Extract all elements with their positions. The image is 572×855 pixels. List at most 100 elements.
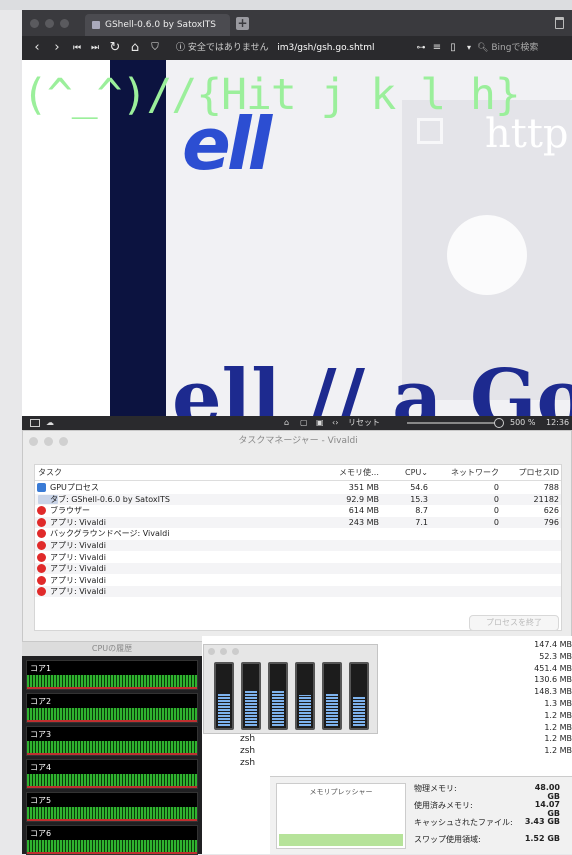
core-graph: コア3 <box>26 726 198 756</box>
pid-value: 788 <box>543 483 559 492</box>
reload-icon[interactable]: ↻ <box>106 36 124 60</box>
new-tab-button[interactable]: + <box>236 17 249 30</box>
table-row[interactable]: GPUプロセス 351 MB 54.6 0 788 <box>35 482 561 493</box>
core-system-line <box>27 819 197 821</box>
forward-icon[interactable]: › <box>48 36 66 60</box>
minimize-window-button[interactable] <box>45 19 54 28</box>
overlay-hint-text: (^_^)//{Hit j k l h} <box>22 70 521 120</box>
search-field[interactable]: 🔍︎ Bingで検索 <box>477 40 572 56</box>
window-icon[interactable]: ▢ <box>300 416 308 430</box>
cpu-value: 7.1 <box>415 517 428 527</box>
table-header: タスク メモリ使… CPU⌄ ネットワーク プロセスID <box>35 465 561 481</box>
memory-value: 614 MB <box>348 506 379 516</box>
close-window-button[interactable] <box>208 648 215 655</box>
memory-stat-label: 物理メモリ: <box>414 784 457 793</box>
core-system-line <box>27 687 197 689</box>
url-text: im3/gsh/gsh.go.shtml <box>277 43 375 53</box>
memory-value: 1.2 MB <box>544 746 572 756</box>
cpu-value: 8.7 <box>415 506 428 516</box>
image-icon[interactable]: ▣ <box>316 416 324 430</box>
page-content[interactable]: http ell ell // a Go (^_^)//{Hit j k l h… <box>22 60 572 416</box>
task-name: アプリ: Vivaldi <box>50 575 106 585</box>
cpu-meter-fill <box>299 695 311 726</box>
cpu-meter-fill <box>353 696 365 726</box>
panel-toggle-icon[interactable] <box>30 419 40 427</box>
network-value: 0 <box>493 506 499 516</box>
core-graph: コア2 <box>26 693 198 723</box>
table-row[interactable]: アプリ: Vivaldi <box>35 540 561 551</box>
home-icon[interactable]: ⌂ <box>126 36 144 60</box>
network-value: 0 <box>493 494 499 504</box>
task-name: アプリ: Vivaldi <box>50 564 106 574</box>
process-table: タスク メモリ使… CPU⌄ ネットワーク プロセスID GPUプロセス 351 … <box>34 464 562 631</box>
vivaldi-icon <box>37 506 46 516</box>
minimize-window-button[interactable] <box>220 648 227 655</box>
address-bar[interactable]: ⓘ 安全ではありません im3/gsh/gsh.go.shtml <box>172 40 402 56</box>
memory-stat-label: スワップ使用領域: <box>414 835 481 844</box>
column-pid[interactable]: プロセスID <box>501 465 559 481</box>
zoom-window-button[interactable] <box>60 19 69 28</box>
trash-icon[interactable] <box>555 17 564 29</box>
memory-value: 1.3 MB <box>544 699 572 708</box>
memory-stat-label: 使用済みメモリ: <box>414 801 473 810</box>
memory-value: 243 MB <box>348 517 379 527</box>
column-memory[interactable]: メモリ使… <box>313 465 379 481</box>
memory-value: 1.2 MB <box>544 734 572 744</box>
reset-zoom-button[interactable]: リセット <box>348 416 380 430</box>
memory-value: 451.4 MB <box>534 663 572 673</box>
chevron-down-icon[interactable]: ▾ <box>460 36 478 60</box>
memory-value: 1.2 MB <box>544 722 572 732</box>
table-row[interactable]: アプリ: Vivaldi 243 MB 7.1 0 796 <box>35 516 561 528</box>
cpu-value: 15.3 <box>410 494 428 504</box>
home-status-icon[interactable]: ⌂ <box>284 416 289 430</box>
cpu-meter-fill <box>218 693 230 726</box>
clock: 12:36 <box>546 418 570 427</box>
vivaldi-icon <box>37 587 46 597</box>
memory-pressure-label: メモリプレッシャー <box>309 788 373 796</box>
zoom-window-button[interactable] <box>232 648 239 655</box>
column-network[interactable]: ネットワーク <box>431 465 499 481</box>
task-name: バックグラウンドページ: Vivaldi <box>50 529 170 539</box>
cpu-meter <box>349 662 369 730</box>
table-row[interactable]: バックグラウンドページ: Vivaldi <box>35 528 561 539</box>
task-name: アプリ: Vivaldi <box>50 552 106 562</box>
core-system-line <box>27 720 197 722</box>
zoom-slider[interactable] <box>407 422 502 424</box>
table-row[interactable]: アプリ: Vivaldi <box>35 552 561 563</box>
cpu-usage-widget <box>203 644 378 734</box>
core-label: コア6 <box>30 829 52 838</box>
cpu-meter <box>214 662 234 730</box>
memory-value: 92.9 MB <box>346 494 379 504</box>
table-row[interactable]: アプリ: Vivaldi <box>35 575 561 586</box>
cpu-history-window: CPUの履歴 コア1 コア2 コア3 コア4 コア5 コア6 <box>22 642 202 855</box>
shield-icon[interactable]: ⛉ <box>146 36 164 60</box>
back-icon[interactable]: ‹ <box>28 36 46 60</box>
process-name: zsh <box>240 746 256 756</box>
table-row[interactable]: アプリ: Vivaldi <box>35 563 561 575</box>
table-row[interactable]: ブラウザー 614 MB 8.7 0 626 <box>35 505 561 516</box>
code-icon[interactable]: ‹› <box>332 416 338 430</box>
table-row[interactable]: アプリ: Vivaldi <box>35 586 561 598</box>
column-task[interactable]: タスク <box>38 465 62 481</box>
table-row[interactable]: タブ: GShell-0.6.0 by SatoxITS 92.9 MB 15.3 0… <box>35 493 561 505</box>
network-value: 0 <box>493 517 499 527</box>
desktop-background <box>0 0 572 10</box>
memory-pressure-graph: メモリプレッシャー <box>276 783 406 849</box>
task-name: ブラウザー <box>50 506 90 516</box>
cloud-icon[interactable]: ☁ <box>46 416 54 430</box>
process-name: zsh <box>240 734 256 744</box>
memory-value: 1.2 MB <box>544 710 572 720</box>
close-window-button[interactable] <box>30 19 39 28</box>
core-label: コア5 <box>30 796 52 805</box>
memory-value: 147.4 MB <box>534 640 572 649</box>
tab-gshell[interactable]: GShell-0.6.0 by SatoxITS <box>85 14 230 36</box>
fast-forward-icon[interactable]: ⏭ <box>86 36 104 60</box>
column-cpu[interactable]: CPU⌄ <box>380 465 428 481</box>
address-toolbar: ‹ › ⏮ ⏭ ↻ ⌂ ⛉ ⓘ 安全ではありません im3/gsh/gsh.go… <box>22 36 572 60</box>
rewind-icon[interactable]: ⏮ <box>68 36 86 60</box>
core-label: コア4 <box>30 763 52 772</box>
zoom-slider-handle[interactable] <box>494 418 504 428</box>
vivaldi-icon <box>37 575 46 585</box>
end-process-button[interactable]: プロセスを終了 <box>469 615 559 631</box>
memory-value: 351 MB <box>348 483 379 492</box>
